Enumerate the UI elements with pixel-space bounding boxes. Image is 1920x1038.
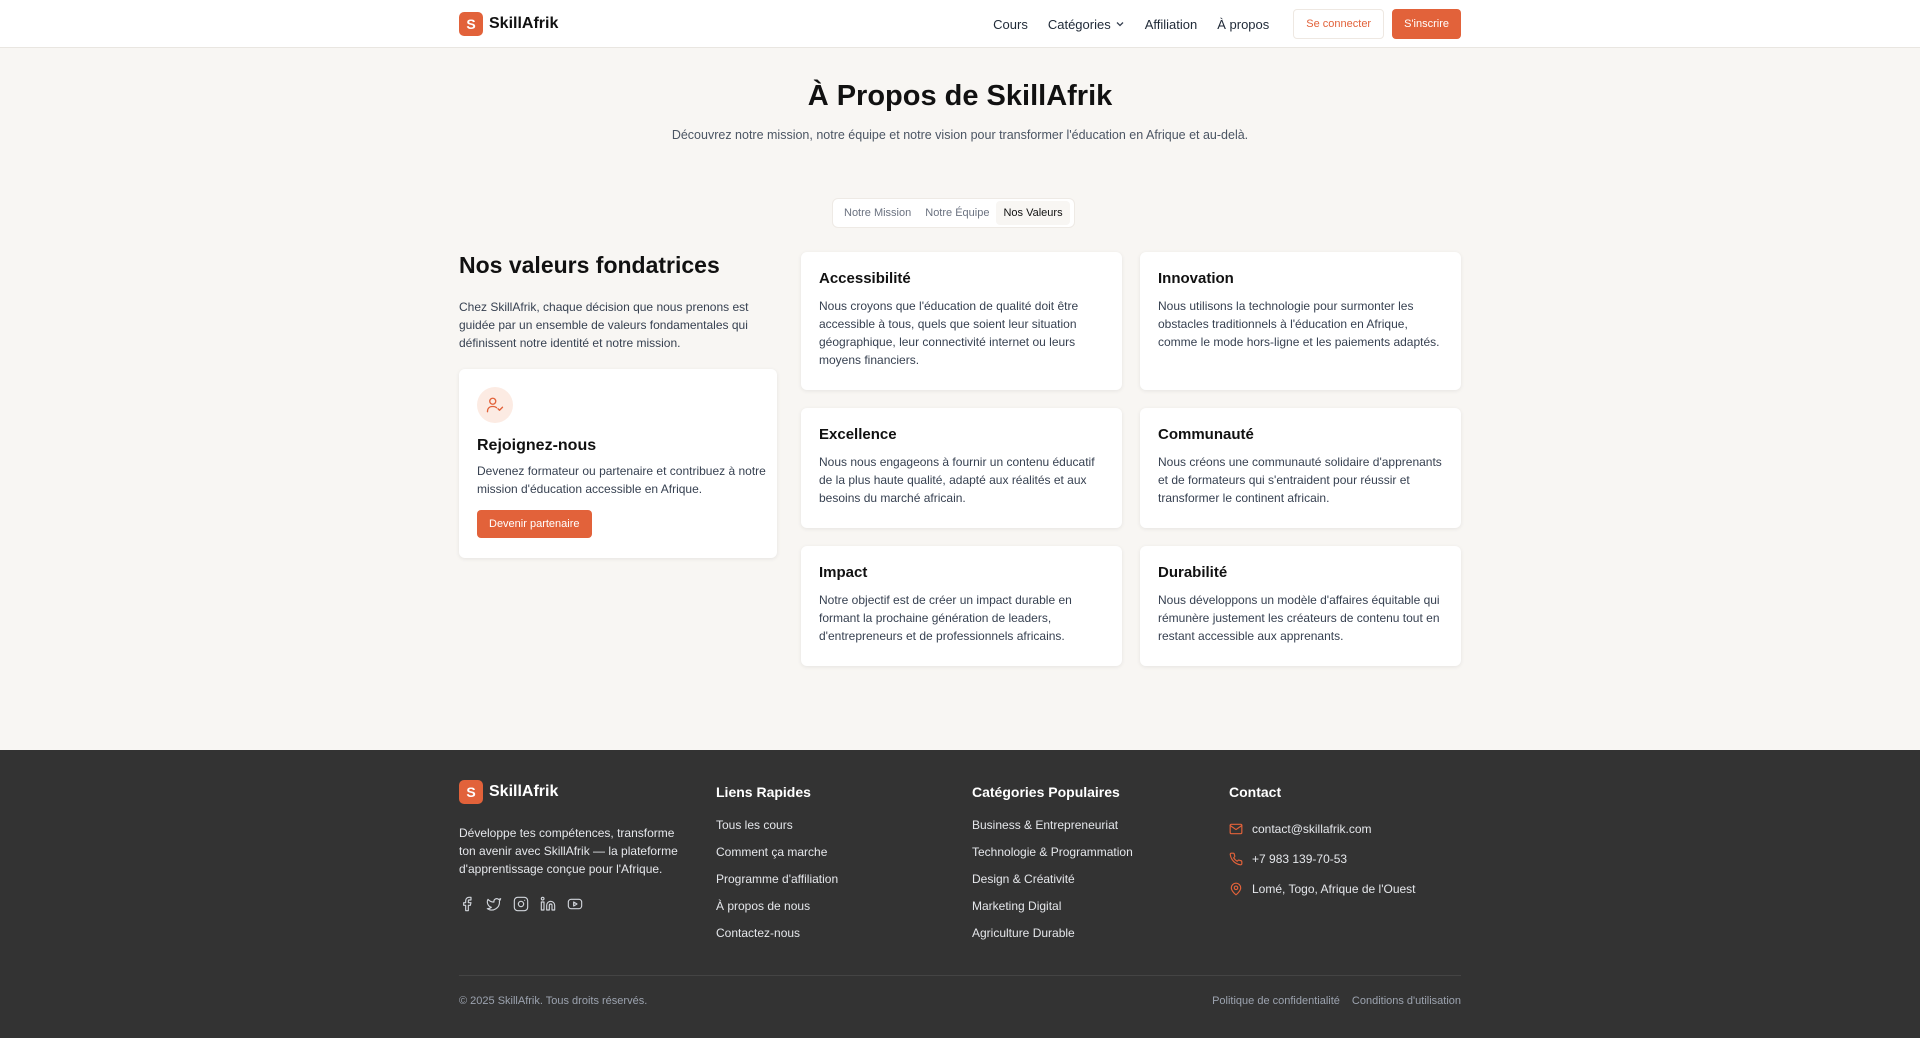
footer-category-link[interactable]: Agriculture Durable bbox=[972, 926, 1133, 953]
value-card-title: Accessibilité bbox=[819, 270, 911, 287]
terms-link[interactable]: Conditions d'utilisation bbox=[1352, 995, 1461, 1007]
footer-category-link[interactable]: Marketing Digital bbox=[972, 899, 1133, 926]
youtube-icon[interactable] bbox=[567, 896, 583, 912]
twitter-icon[interactable] bbox=[486, 896, 502, 912]
value-card-excellence: Excellence Nous nous engageons à fournir… bbox=[801, 408, 1122, 528]
legal-links: Politique de confidentialité Conditions … bbox=[1212, 995, 1461, 1007]
value-card-title: Excellence bbox=[819, 426, 897, 443]
value-card-text: Nous utilisons la technologie pour surmo… bbox=[1158, 299, 1440, 349]
value-card-sustainability: Durabilité Nous développons un modèle d'… bbox=[1140, 546, 1461, 666]
tab-mission[interactable]: Notre Mission bbox=[837, 201, 918, 225]
copyright: © 2025 SkillAfrik. Tous droits réservés. bbox=[459, 995, 648, 1007]
page-subtitle: Découvrez notre mission, notre équipe et… bbox=[671, 128, 1249, 142]
nav-categories-dropdown[interactable]: Catégories bbox=[1048, 17, 1125, 32]
linkedin-icon[interactable] bbox=[540, 896, 556, 912]
quick-links-heading: Liens Rapides bbox=[716, 784, 811, 800]
footer-quick-links: Liens Rapides Tous les cours Comment ça … bbox=[716, 780, 838, 953]
phone-icon bbox=[1229, 852, 1243, 866]
privacy-link[interactable]: Politique de confidentialité bbox=[1212, 995, 1340, 1007]
footer-category-link[interactable]: Design & Créativité bbox=[972, 872, 1133, 899]
categories-heading: Catégories Populaires bbox=[972, 784, 1120, 800]
join-card: Rejoignez-nous Devenez formateur ou part… bbox=[459, 369, 777, 558]
logo-mark: S bbox=[459, 780, 483, 804]
contact-address: Lomé, Togo, Afrique de l'Ouest bbox=[1229, 874, 1416, 904]
contact-address-text: Lomé, Togo, Afrique de l'Ouest bbox=[1252, 882, 1416, 896]
values-heading: Nos valeurs fondatrices bbox=[459, 252, 720, 278]
footer-categories: Catégories Populaires Business & Entrepr… bbox=[972, 780, 1133, 953]
signup-button[interactable]: S'inscrire bbox=[1392, 9, 1461, 39]
footer-contact: Contact contact@skillafrik.com +7 983 13… bbox=[1229, 780, 1416, 904]
tab-values[interactable]: Nos Valeurs bbox=[996, 201, 1070, 225]
values-description: Chez SkillAfrik, chaque décision que nou… bbox=[459, 300, 749, 350]
social-links bbox=[459, 896, 689, 912]
main-nav: Cours Catégories Affiliation À propos Se… bbox=[993, 9, 1461, 39]
become-partner-button[interactable]: Devenir partenaire bbox=[477, 510, 592, 538]
about-tabs: Notre Mission Notre Équipe Nos Valeurs bbox=[832, 198, 1075, 228]
footer-logo[interactable]: S SkillAfrik bbox=[459, 780, 689, 804]
contact-list: contact@skillafrik.com +7 983 139-70-53 … bbox=[1229, 814, 1416, 904]
site-footer: S SkillAfrik Développe tes compétences, … bbox=[0, 750, 1920, 1038]
value-card-accessibility: Accessibilité Nous croyons que l'éducati… bbox=[801, 252, 1122, 390]
logo-mark: S bbox=[459, 12, 483, 36]
footer-link[interactable]: Tous les cours bbox=[716, 818, 838, 845]
instagram-icon[interactable] bbox=[513, 896, 529, 912]
value-card-impact: Impact Notre objectif est de créer un im… bbox=[801, 546, 1122, 666]
contact-phone[interactable]: +7 983 139-70-53 bbox=[1229, 844, 1416, 874]
contact-phone-text: +7 983 139-70-53 bbox=[1252, 852, 1348, 866]
logo-text: SkillAfrik bbox=[489, 783, 559, 800]
value-card-text: Nous créons une communauté solidaire d'a… bbox=[1158, 455, 1442, 505]
contact-heading: Contact bbox=[1229, 784, 1282, 800]
facebook-icon[interactable] bbox=[459, 896, 475, 912]
mail-icon bbox=[1229, 823, 1243, 835]
value-card-text: Nous croyons que l'éducation de qualité … bbox=[819, 299, 1079, 367]
join-description: Devenez formateur ou partenaire et contr… bbox=[477, 464, 766, 496]
footer-about: Développe tes compétences, transforme to… bbox=[459, 826, 678, 876]
logo-text: SkillAfrik bbox=[489, 15, 559, 32]
footer-category-link[interactable]: Business & Entrepreneuriat bbox=[972, 818, 1133, 845]
value-card-title: Durabilité bbox=[1158, 564, 1228, 581]
footer-link[interactable]: Programme d'affiliation bbox=[716, 872, 838, 899]
value-card-text: Nous nous engageons à fournir un contenu… bbox=[819, 455, 1095, 505]
footer-brand-column: S SkillAfrik Développe tes compétences, … bbox=[459, 780, 689, 912]
footer-link[interactable]: Contactez-nous bbox=[716, 926, 838, 953]
nav-affiliation[interactable]: Affiliation bbox=[1145, 17, 1198, 32]
footer-divider bbox=[459, 975, 1461, 976]
nav-categories-label: Catégories bbox=[1047, 16, 1111, 32]
nav-courses[interactable]: Cours bbox=[993, 17, 1028, 32]
value-card-text: Nous développons un modèle d'affaires éq… bbox=[1158, 593, 1440, 643]
contact-email-text: contact@skillafrik.com bbox=[1252, 822, 1372, 836]
value-card-text: Notre objectif est de créer un impact du… bbox=[819, 593, 1072, 643]
login-button[interactable]: Se connecter bbox=[1293, 9, 1385, 39]
nav-about[interactable]: À propos bbox=[1217, 17, 1269, 32]
page-title: À Propos de SkillAfrik bbox=[807, 80, 1113, 112]
contact-email[interactable]: contact@skillafrik.com bbox=[1229, 814, 1416, 844]
value-card-title: Innovation bbox=[1158, 270, 1234, 287]
footer-category-link[interactable]: Technologie & Programmation bbox=[972, 845, 1133, 872]
value-card-title: Communauté bbox=[1158, 426, 1254, 443]
join-title: Rejoignez-nous bbox=[477, 437, 597, 454]
value-card-title: Impact bbox=[819, 564, 868, 581]
tab-team[interactable]: Notre Équipe bbox=[918, 201, 996, 225]
navbar-inner: S SkillAfrik Cours Catégories Affiliatio… bbox=[459, 0, 1461, 48]
value-card-community: Communauté Nous créons une communauté so… bbox=[1140, 408, 1461, 528]
quick-links-list: Tous les cours Comment ça marche Program… bbox=[716, 818, 838, 953]
user-check-icon bbox=[477, 387, 513, 423]
value-card-innovation: Innovation Nous utilisons la technologie… bbox=[1140, 252, 1461, 390]
chevron-down-icon bbox=[1116, 22, 1124, 27]
top-navbar: S SkillAfrik Cours Catégories Affiliatio… bbox=[0, 0, 1920, 48]
brand-logo[interactable]: S SkillAfrik bbox=[459, 12, 558, 36]
footer-link[interactable]: À propos de nous bbox=[716, 899, 838, 926]
footer-link[interactable]: Comment ça marche bbox=[716, 845, 838, 872]
categories-list: Business & Entrepreneuriat Technologie &… bbox=[972, 818, 1133, 953]
map-pin-icon bbox=[1230, 882, 1242, 896]
